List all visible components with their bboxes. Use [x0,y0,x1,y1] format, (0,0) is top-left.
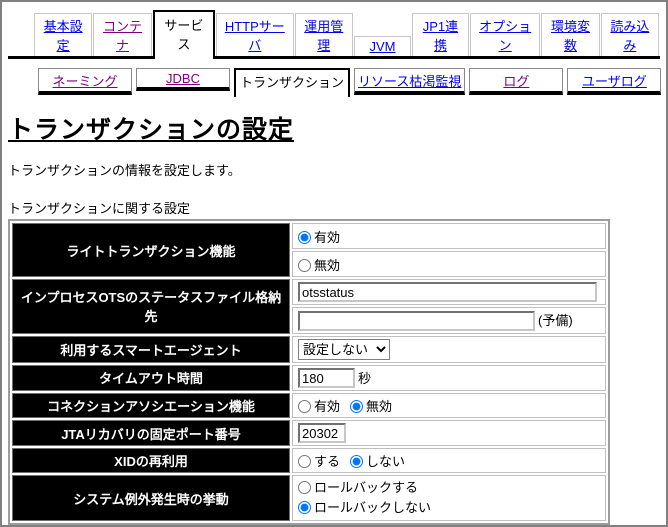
tab-userlog-label: ユーザログ [582,74,647,89]
system-exception-no-rollback-radio[interactable] [298,501,311,514]
tab-naming[interactable]: ネーミング [38,68,132,95]
ots-status-file-spare-input[interactable] [298,310,535,331]
row-label-jta-recovery-port: JTAリカバリの固定ポート番号 [12,420,290,446]
tab-userlog[interactable]: ユーザログ [567,68,662,95]
light-transaction-disable-radio[interactable] [298,258,311,272]
jta-recovery-port-input[interactable] [298,423,346,443]
timeout-unit-label: 秒 [358,370,372,386]
system-exception-rollback-label: ロールバックする [314,480,419,495]
row-label-ots-status-file: インプロセスOTSのステータスファイル格納先 [12,279,290,334]
connection-association-cell: 有効 無効 [292,393,606,418]
light-transaction-enable-radio[interactable] [298,230,311,244]
tab-service[interactable]: サービス [152,10,215,59]
xid-reuse-no-label: しない [366,454,406,469]
tab-option-label: オプション [479,19,532,53]
tab-env-vars-label: 環境変数 [551,19,591,53]
tab-load-label: 読み込み [610,19,650,53]
primary-tab-bar: 基本設定 コンテナ サービス HTTPサーバ 運用管理 JVM JP1連携 オプ… [8,10,660,59]
tab-operation-management-label: 運用管理 [304,19,344,53]
smart-agent-cell: 設定しない [292,335,606,363]
ots-status-file-input[interactable] [298,282,597,302]
tab-transaction[interactable]: トランザクション [234,68,351,97]
xid-reuse-yes-radio[interactable] [298,455,311,468]
row-label-light-transaction: ライトトランザクション機能 [12,223,290,277]
timeout-cell: 秒 [292,364,606,391]
tab-transaction-label: トランザクション [240,75,345,90]
page: 基本設定 コンテナ サービス HTTPサーバ 運用管理 JVM JP1連携 オプ… [0,0,668,527]
tab-jdbc[interactable]: JDBC [136,68,230,91]
tab-resource-depletion-monitor[interactable]: リソース枯渇監視 [354,68,466,95]
connection-association-enable-radio[interactable] [298,400,311,413]
light-transaction-enable-label: 有効 [314,229,341,245]
page-title: トランザクションの設定 [8,116,295,144]
tab-basic-settings[interactable]: 基本設定 [34,13,93,56]
connection-association-disable-label: 無効 [366,399,393,414]
transaction-settings-table: ライトトランザクション機能 有効 無効 インプロセスOTSのステータスファイル格… [8,219,610,525]
tab-jvm[interactable]: JVM [353,36,411,56]
tab-log-label: ログ [503,74,530,89]
page-description: トランザクションの情報を設定します。 [8,163,241,178]
settings-table-caption: トランザクションに関する設定 [8,201,191,216]
row-label-xid-reuse: XIDの再利用 [12,448,290,473]
timeout-input[interactable] [298,368,355,388]
tab-naming-label: ネーミング [52,74,118,89]
light-transaction-enable-cell: 有効 [292,223,606,249]
connection-association-enable-label: 有効 [314,399,341,414]
smart-agent-select[interactable]: 設定しない [298,338,390,360]
ots-status-file-cell [292,279,606,305]
tab-basic-settings-label: 基本設定 [43,19,83,53]
tab-log[interactable]: ログ [469,68,564,95]
system-exception-cell: ロールバックする ロールバックしない [292,475,606,521]
tab-service-label: サービス [164,18,204,52]
row-label-system-exception: システム例外発生時の挙動 [12,475,290,521]
secondary-tab-bar: ネーミング JDBC トランザクション リソース枯渇監視 ログ ユーザログ [38,68,666,97]
jta-recovery-port-cell [292,420,606,446]
connection-association-disable-radio[interactable] [350,400,364,413]
light-transaction-disable-cell: 無効 [292,251,606,277]
system-exception-rollback-radio[interactable] [298,481,311,494]
xid-reuse-cell: する しない [292,448,606,473]
row-label-smart-agent: 利用するスマートエージェント [12,335,290,363]
tab-operation-management[interactable]: 運用管理 [294,13,353,56]
tab-container-label: コンテナ [102,19,142,53]
ots-status-file-spare-cell: (予備) [292,307,606,334]
tab-container[interactable]: コンテナ [93,13,152,56]
row-label-timeout: タイムアウト時間 [12,364,290,391]
xid-reuse-no-radio[interactable] [350,455,364,468]
tab-load[interactable]: 読み込み [600,13,660,56]
tab-http-server[interactable]: HTTPサーバ [215,13,294,56]
tab-http-server-label: HTTPサーバ [224,19,285,53]
tab-jvm-label: JVM [369,39,396,54]
light-transaction-disable-label: 無効 [314,257,341,273]
tab-jp1-link-label: JP1連携 [422,19,459,53]
tab-jp1-link[interactable]: JP1連携 [411,13,469,56]
spare-suffix-label: (予備) [538,313,573,328]
xid-reuse-yes-label: する [314,454,341,469]
tab-option[interactable]: オプション [469,13,541,56]
system-exception-no-rollback-label: ロールバックしない [314,500,432,515]
tab-resource-depletion-monitor-label: リソース枯渇監視 [358,74,462,89]
row-label-connection-association: コネクションアソシエーション機能 [12,393,290,418]
tab-jdbc-label: JDBC [166,71,200,86]
tab-env-vars[interactable]: 環境変数 [541,13,600,56]
